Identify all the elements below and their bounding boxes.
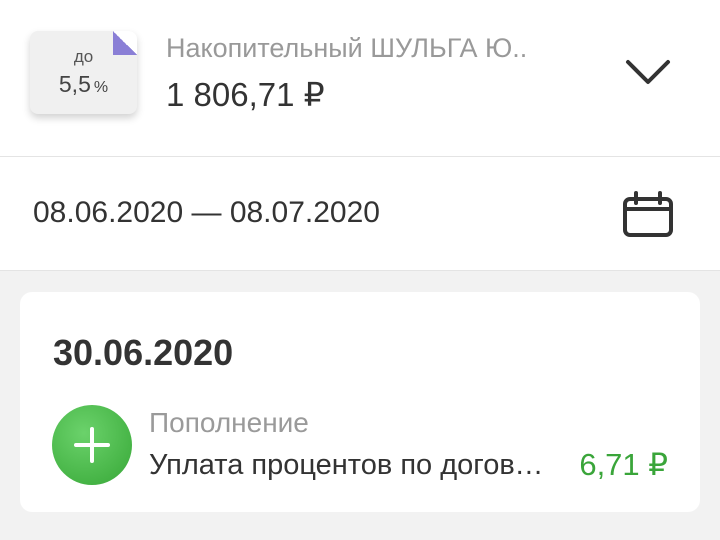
rate-value-line: 5,5% (30, 71, 137, 98)
account-header[interactable]: до 5,5% Накопительный ШУЛЬГА Ю.. 1 806,7… (0, 0, 720, 157)
account-name: Накопительный ШУЛЬГА Ю.. (166, 33, 528, 63)
transaction-group-card: 30.06.2020 Пополнение Уплата процентов п… (20, 292, 700, 512)
calendar-icon[interactable] (620, 190, 676, 240)
rate-value: 5,5 (58, 71, 91, 97)
chevron-down-icon[interactable] (620, 52, 676, 92)
transaction-date-header: 30.06.2020 (53, 332, 234, 373)
rate-unit: % (93, 79, 109, 96)
transaction-category: Пополнение (149, 407, 309, 438)
plus-icon (74, 427, 110, 463)
transaction-description: Уплата процентов по договору (149, 449, 544, 481)
account-balance: 1 806,71 ₽ (166, 76, 325, 113)
period-selector[interactable]: 08.06.2020 — 08.07.2020 (0, 157, 720, 271)
transaction-type-badge (52, 405, 132, 485)
deposit-rate-card: до 5,5% (30, 31, 137, 114)
period-range: 08.06.2020 — 08.07.2020 (33, 196, 380, 229)
transaction-amount: 6,71 ₽ (579, 447, 668, 482)
rate-prefix: до (73, 47, 94, 66)
